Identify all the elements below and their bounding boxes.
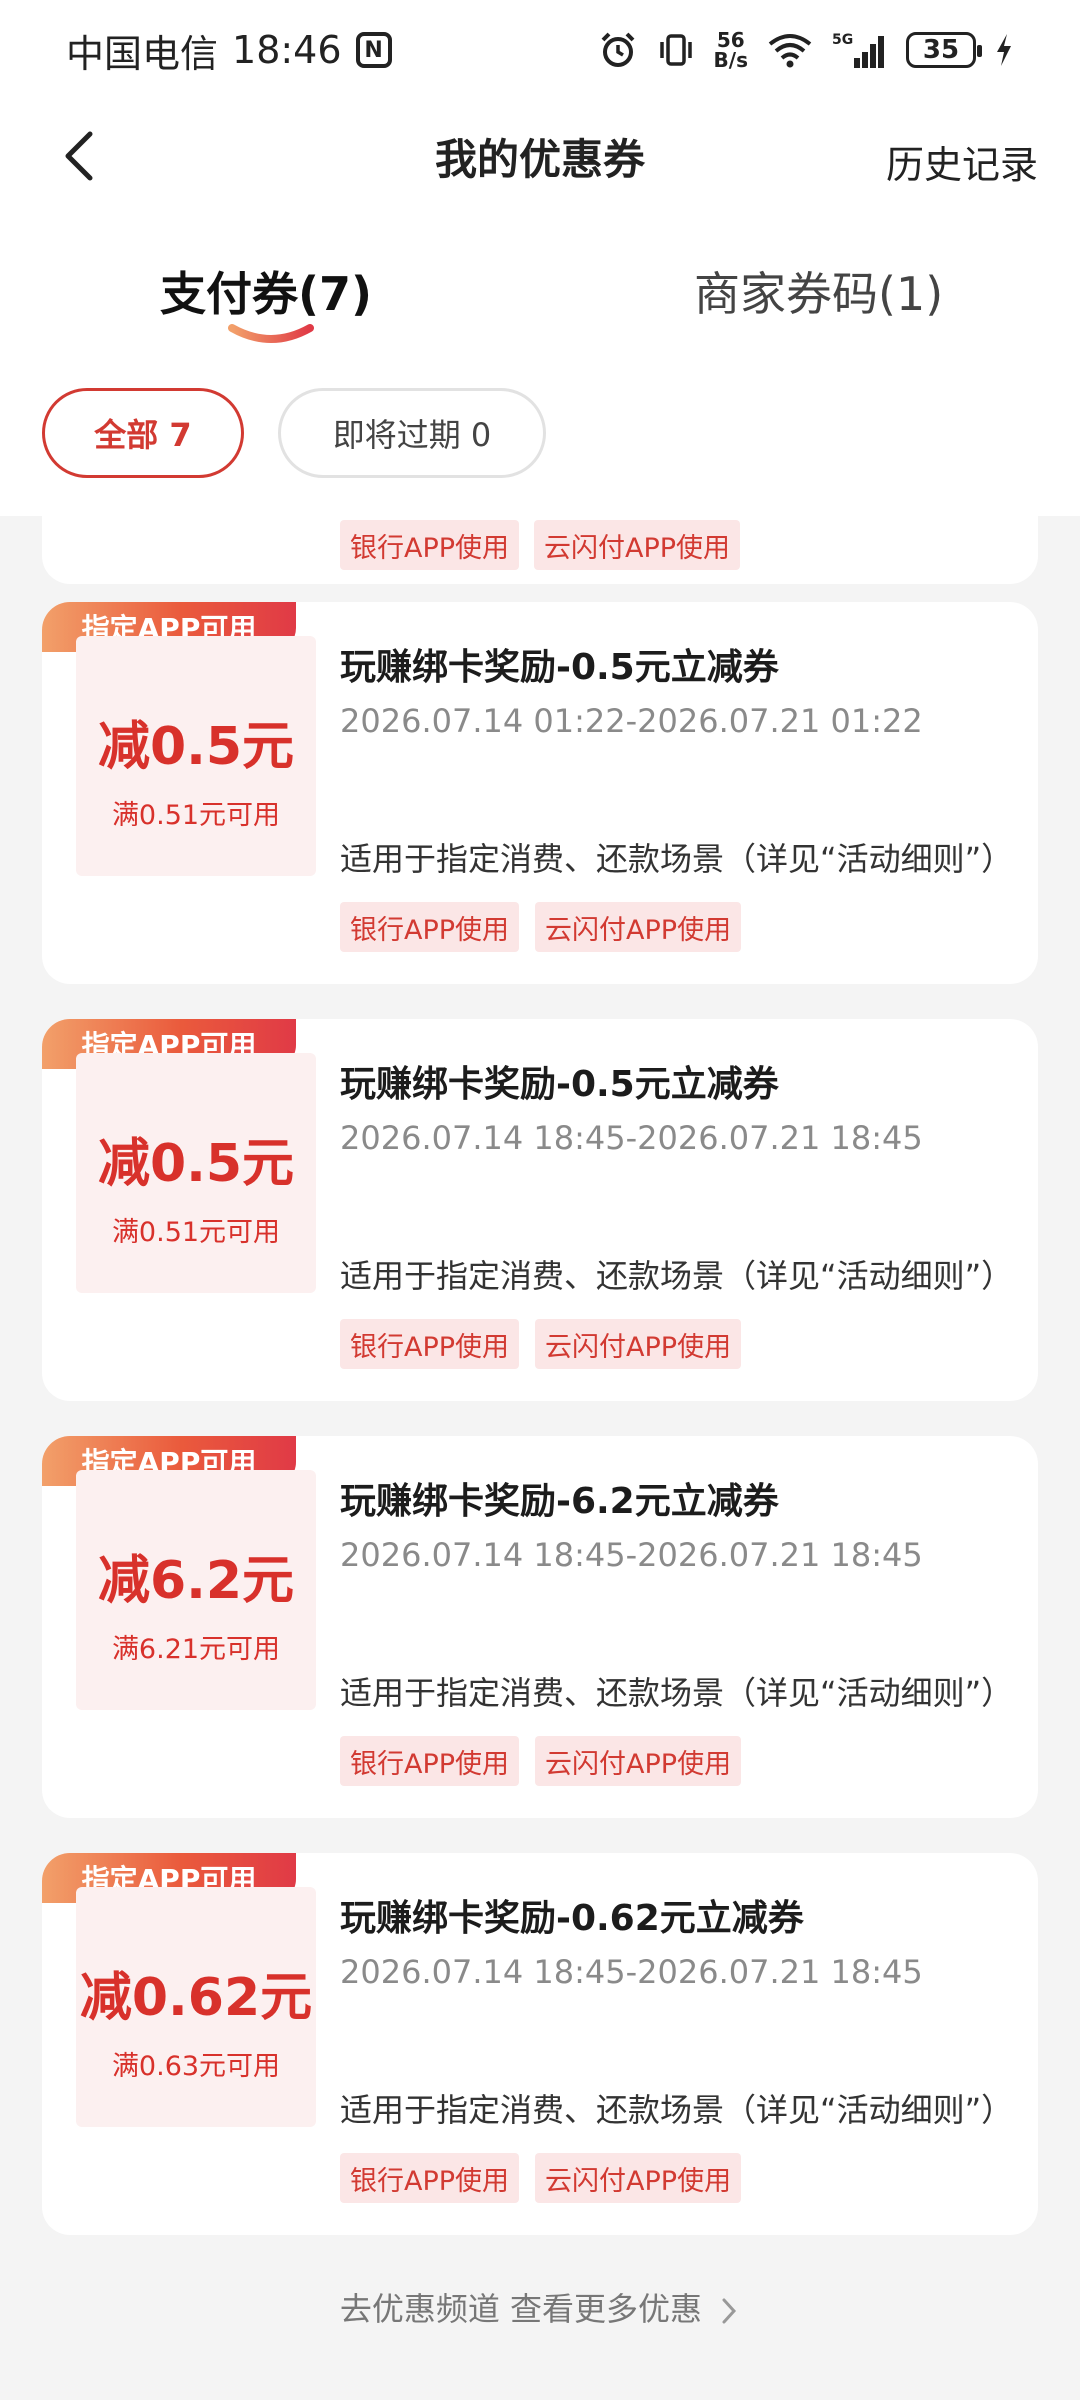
- coupon-tag: 云闪付APP使用: [535, 902, 742, 952]
- coupon-amount: 减0.5元: [97, 717, 295, 777]
- coupon-card-partial[interactable]: 银行APP使用 云闪付APP使用: [42, 516, 1038, 584]
- filter-chip-expiring[interactable]: 即将过期 0: [278, 388, 546, 478]
- net-speed: 56 B/s: [714, 30, 748, 70]
- more-offers-label: 去优惠频道 查看更多优惠: [339, 2290, 702, 2328]
- history-button[interactable]: 历史记录: [886, 134, 1038, 189]
- net-speed-value: 56: [716, 28, 745, 52]
- coupon-title: 玩赚绑卡奖励-6.2元立减券: [340, 1481, 779, 1522]
- coupon-condition: 满0.63元可用: [111, 2051, 281, 2082]
- active-tab-indicator: [228, 324, 314, 343]
- coupon-description: 适用于指定消费、还款场景（详见“活动细则”）: [340, 840, 1014, 878]
- coupon-card[interactable]: 指定APP可用 减0.62元 满0.63元可用 玩赚绑卡奖励-0.62元立减券 …: [42, 1853, 1038, 2235]
- chevron-left-icon[interactable]: [52, 126, 112, 186]
- coupon-description: 适用于指定消费、还款场景（详见“活动细则”）: [340, 1257, 1014, 1295]
- coupon-date-range: 2026.07.14 18:45-2026.07.21 18:45: [340, 1536, 923, 1574]
- coupon-amount-box: 减0.62元 满0.63元可用: [76, 1887, 316, 2127]
- coupon-title: 玩赚绑卡奖励-0.5元立减券: [340, 1064, 779, 1105]
- coupon-tag: 银行APP使用: [340, 1319, 520, 1369]
- coupon-tag: 云闪付APP使用: [535, 1736, 742, 1786]
- battery-icon: 35: [906, 32, 982, 68]
- tab-merchant-codes[interactable]: 商家券码(1): [694, 258, 943, 324]
- charging-bolt-icon: [997, 34, 1011, 66]
- coupon-tag: 云闪付APP使用: [534, 520, 741, 570]
- coupon-card[interactable]: 指定APP可用 减0.5元 满0.51元可用 玩赚绑卡奖励-0.5元立减券 20…: [42, 1019, 1038, 1401]
- coupon-tags: 银行APP使用 云闪付APP使用: [340, 902, 742, 952]
- coupon-tag: 银行APP使用: [340, 2153, 520, 2203]
- app-header: 我的优惠券 历史记录: [0, 100, 1080, 212]
- wifi-icon: [768, 34, 812, 68]
- filter-bar: 全部 7 即将过期 0: [0, 362, 1080, 516]
- coupon-amount-box: 减0.5元 满0.51元可用: [76, 636, 316, 876]
- nfc-icon: N: [355, 32, 392, 68]
- status-left: 中国电信 18:46 N: [66, 23, 392, 78]
- status-right: 56 B/s 5G 35: [598, 30, 1014, 70]
- status-bar: 中国电信 18:46 N 56 B/s 5G 35: [0, 0, 1080, 100]
- coupon-amount: 减0.5元: [97, 1134, 295, 1194]
- clock: 18:46: [232, 28, 342, 72]
- coupon-amount-box: 减0.5元 满0.51元可用: [76, 1053, 316, 1293]
- chevron-right-icon: [722, 2298, 737, 2324]
- coupon-condition: 满0.51元可用: [111, 800, 281, 831]
- coupon-tag: 云闪付APP使用: [535, 2153, 742, 2203]
- coupon-tags: 银行APP使用 云闪付APP使用: [340, 2153, 742, 2203]
- net-speed-unit: B/s: [713, 48, 748, 72]
- coupon-tag: 银行APP使用: [340, 1736, 520, 1786]
- coupon-condition: 满6.21元可用: [111, 1634, 281, 1665]
- coupon-date-range: 2026.07.14 18:45-2026.07.21 18:45: [340, 1953, 923, 1991]
- svg-text:5G: 5G: [832, 32, 853, 48]
- coupon-tag: 银行APP使用: [340, 520, 520, 570]
- coupon-tabs: 支付券(7) 商家券码(1): [0, 212, 1080, 362]
- alarm-icon: [601, 32, 634, 67]
- filter-chip-all[interactable]: 全部 7: [42, 388, 244, 478]
- coupon-date-range: 2026.07.14 18:45-2026.07.21 18:45: [340, 1119, 923, 1157]
- carrier-name: 中国电信: [66, 31, 219, 76]
- coupon-title: 玩赚绑卡奖励-0.62元立减券: [340, 1898, 804, 1939]
- coupon-amount: 减6.2元: [97, 1551, 295, 1611]
- coupon-tags: 银行APP使用 云闪付APP使用: [340, 1736, 742, 1786]
- coupon-amount: 减0.62元: [79, 1968, 313, 2028]
- vibrate-icon: [659, 34, 692, 66]
- coupon-description: 适用于指定消费、还款场景（详见“活动细则”）: [340, 2091, 1014, 2129]
- more-offers-link[interactable]: 去优惠频道 查看更多优惠: [0, 2284, 1080, 2330]
- coupon-condition: 满0.51元可用: [111, 1217, 281, 1248]
- page-title: 我的优惠券: [434, 134, 645, 184]
- coupon-tags: 银行APP使用 云闪付APP使用: [340, 1319, 742, 1369]
- coupon-tag: 云闪付APP使用: [535, 1319, 742, 1369]
- coupon-amount-box: 减6.2元 满6.21元可用: [76, 1470, 316, 1710]
- signal-5g-icon: 5G: [832, 32, 884, 68]
- tab-payment-coupons[interactable]: 支付券(7): [160, 258, 372, 324]
- coupon-date-range: 2026.07.14 01:22-2026.07.21 01:22: [340, 702, 923, 740]
- coupon-title: 玩赚绑卡奖励-0.5元立减券: [340, 647, 779, 688]
- coupon-card[interactable]: 指定APP可用 减0.5元 满0.51元可用 玩赚绑卡奖励-0.5元立减券 20…: [42, 602, 1038, 984]
- coupon-description: 适用于指定消费、还款场景（详见“活动细则”）: [340, 1674, 1014, 1712]
- coupon-tag: 银行APP使用: [340, 902, 520, 952]
- coupon-card[interactable]: 指定APP可用 减6.2元 满6.21元可用 玩赚绑卡奖励-6.2元立减券 20…: [42, 1436, 1038, 1818]
- coupon-list[interactable]: 银行APP使用 云闪付APP使用 指定APP可用 减0.5元 满0.51元可用 …: [0, 516, 1080, 2400]
